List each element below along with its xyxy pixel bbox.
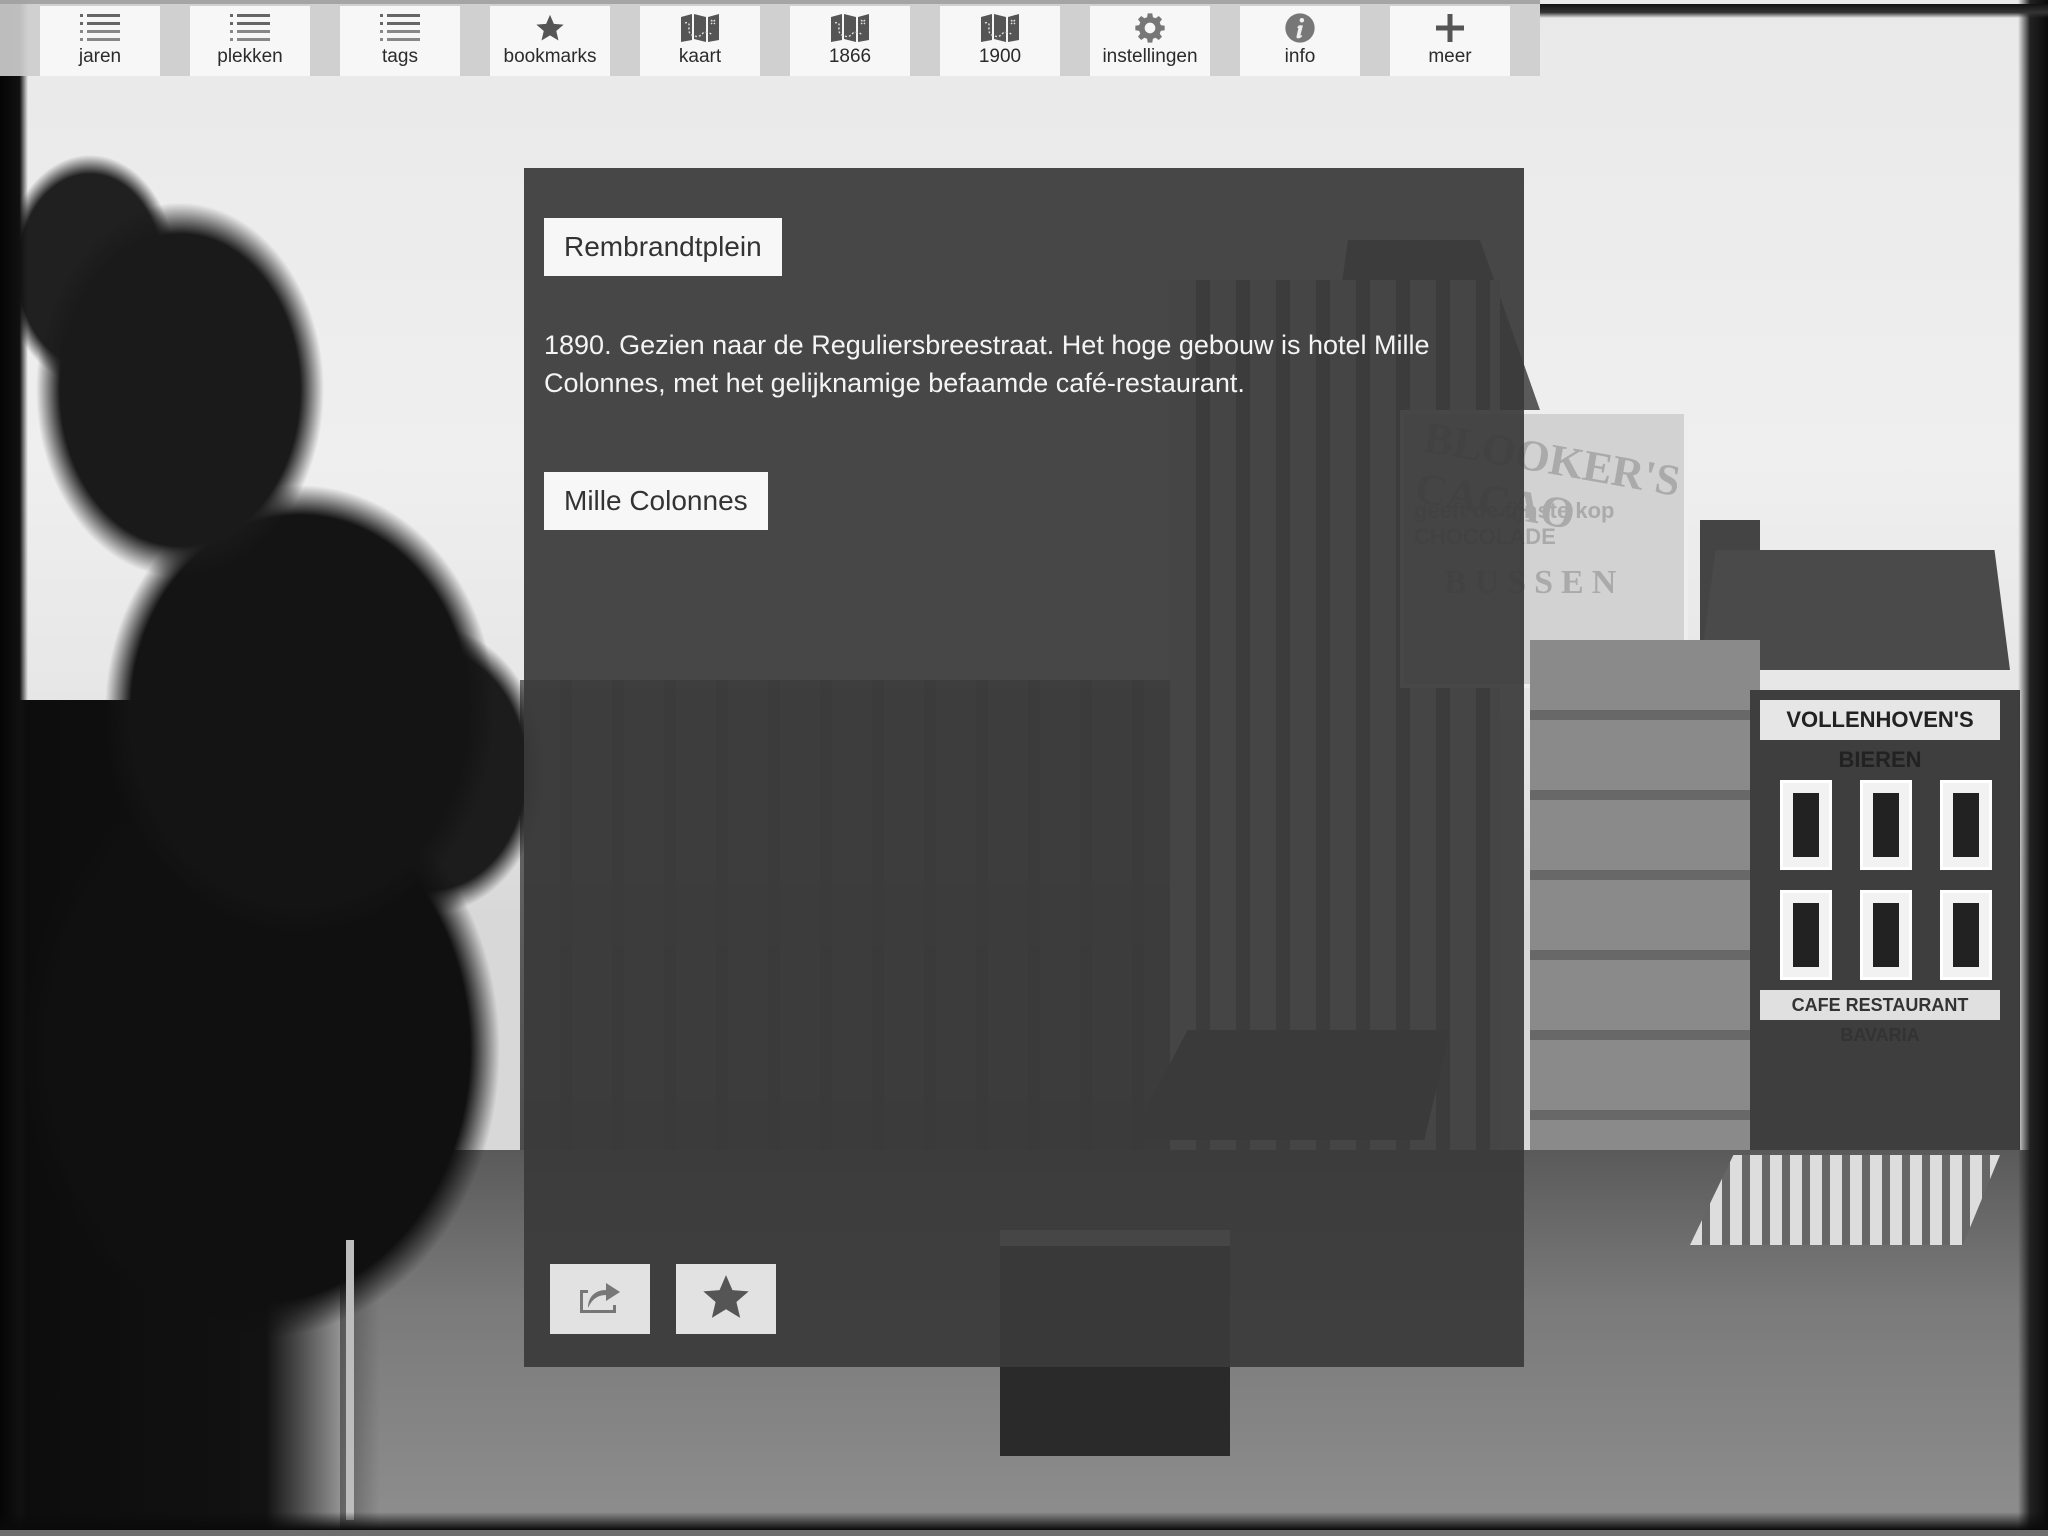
window: [1780, 890, 1832, 980]
toolbar-label: 1900: [978, 46, 1022, 67]
photo-border-right: [2018, 0, 2048, 1530]
window: [1860, 780, 1912, 870]
toolbar-label: plekken: [217, 46, 283, 67]
toolbar-label: tags: [382, 46, 418, 67]
list-icon: [80, 12, 120, 44]
photo-border-top: [1540, 4, 2048, 18]
toolbar-button-1866[interactable]: 1866: [790, 6, 910, 76]
window: [1940, 780, 1992, 870]
window: [1860, 890, 1912, 980]
bookmark-button[interactable]: [676, 1264, 776, 1334]
toolbar-button-plekken[interactable]: plekken: [190, 6, 310, 76]
star-icon: [700, 1272, 752, 1327]
photo-border-left: [0, 0, 28, 1530]
photo-info-panel: Rembrandtplein 1890. Gezien naar de Regu…: [524, 168, 1524, 1367]
house-sign: VOLLENHOVEN'S BIEREN: [1760, 700, 2000, 772]
top-toolbar: jaren plekken tags bookmarks kaart 1866: [0, 0, 1540, 76]
toolbar-label: meer: [1428, 46, 1472, 67]
toolbar-button-tags[interactable]: tags: [340, 6, 460, 76]
toolbar-label: jaren: [78, 46, 122, 67]
plus-icon: [1430, 12, 1470, 44]
window: [1780, 780, 1832, 870]
toolbar-button-bookmarks[interactable]: bookmarks: [490, 6, 610, 76]
share-button[interactable]: [550, 1264, 650, 1334]
toolbar-button-jaren[interactable]: jaren: [40, 6, 160, 76]
bottom-edge-bar: [0, 1530, 2048, 1536]
map-icon: [680, 12, 720, 44]
toolbar-label: instellingen: [1102, 46, 1198, 67]
map-icon: [830, 12, 870, 44]
photo-striped-awning: [1690, 1155, 2000, 1245]
star-icon: [530, 12, 570, 44]
window: [1940, 890, 1992, 980]
toolbar-label: bookmarks: [503, 46, 597, 67]
toolbar-button-meer[interactable]: meer: [1390, 6, 1510, 76]
place-tag-button[interactable]: Rembrandtplein: [544, 218, 782, 276]
list-icon: [230, 12, 270, 44]
toolbar-label: 1866: [828, 46, 872, 67]
toolbar-button-info[interactable]: info: [1240, 6, 1360, 76]
list-icon: [380, 12, 420, 44]
photo-tree: [0, 150, 560, 1400]
photo-description: 1890. Gezien naar de Reguliersbreestraat…: [544, 330, 1430, 398]
map-icon: [980, 12, 1020, 44]
cafe-sign: CAFE RESTAURANT BAVARIA: [1760, 990, 2000, 1045]
share-icon: [576, 1278, 624, 1321]
toolbar-label: info: [1284, 46, 1316, 67]
toolbar-button-1900[interactable]: 1900: [940, 6, 1060, 76]
info-icon: [1280, 12, 1320, 44]
toolbar-button-instellingen[interactable]: instellingen: [1090, 6, 1210, 76]
toolbar-button-kaart[interactable]: kaart: [640, 6, 760, 76]
photo-curb: [346, 1240, 354, 1520]
subject-tag-button[interactable]: Mille Colonnes: [544, 472, 768, 530]
toolbar-label: kaart: [678, 46, 722, 67]
gear-icon: [1130, 12, 1170, 44]
photo-border-bottom: [0, 1512, 2048, 1530]
